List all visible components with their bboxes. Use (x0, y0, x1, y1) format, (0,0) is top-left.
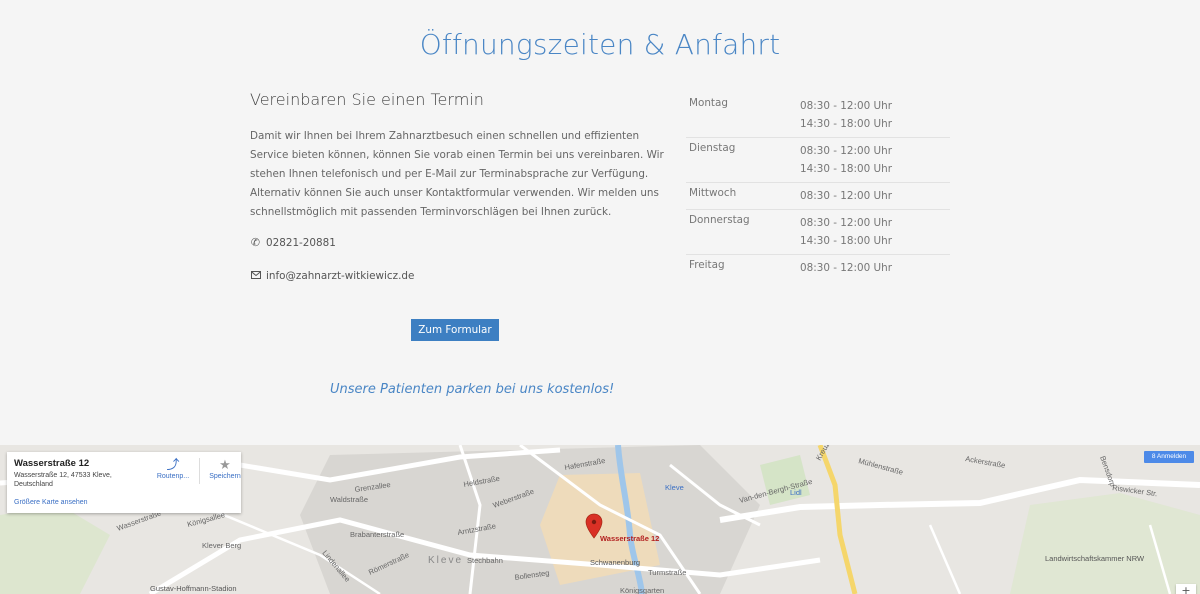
time-range: 08:30 - 12:00 Uhr (800, 187, 892, 205)
appointment-block: Vereinbaren Sie einen Termin Damit wir I… (250, 90, 670, 282)
envelope-icon (250, 269, 261, 282)
time-slot: 14:30 - 18:00 Uhr (800, 235, 893, 247)
time-slot: 08:30 - 12:00 Uhr (800, 262, 893, 274)
appointment-paragraph: Damit wir Ihnen bei Ihrem Zahnarztbesuch… (250, 130, 664, 218)
email-address[interactable]: info@zahnarzt-witkiewicz.de (266, 270, 414, 282)
section-title: Öffnungszeiten & Anfahrt (419, 28, 781, 61)
table-row: Montag 08:30 - 12:00 Uhr 14:30 - 18:00 U… (686, 93, 950, 138)
directions-button[interactable]: ⤴ Routenp... (153, 457, 193, 480)
table-row: Mittwoch 08:30 - 12:00 Uhr (686, 183, 950, 210)
phone-contact[interactable]: ✆ 02821-20881 (250, 236, 670, 249)
signin-button[interactable]: 8 Anmelden (1144, 451, 1194, 463)
map-label: Waldstraße (330, 495, 368, 504)
phone-icon: ✆ (250, 236, 261, 249)
save-label: Speichern (209, 473, 241, 480)
table-row: Donnerstag 08:30 - 12:00 Uhr 14:30 - 18:… (686, 210, 950, 255)
star-icon: ★ (219, 457, 231, 472)
day-label: Donnerstag (689, 214, 750, 226)
map-label: Landwirtschaftskammer NRW (1045, 554, 1145, 563)
place-title: Wasserstraße 12 (14, 458, 90, 469)
time-slot: 08:30 - 12:00 Uhr (800, 217, 893, 229)
signin-label: Anmelden (1156, 453, 1187, 460)
map-label: Stechbahn (467, 556, 503, 565)
map-label: Klever Berg (202, 541, 241, 550)
divider (199, 458, 200, 484)
map-label: Königsgarten (620, 586, 664, 594)
day-label: Freitag (689, 259, 725, 271)
contact-form-button[interactable]: Zum Formular (411, 319, 499, 341)
time-slot: 08:30 - 12:00 Uhr (800, 145, 893, 157)
phone-number[interactable]: 02821-20881 (266, 237, 336, 249)
table-row: Freitag 08:30 - 12:00 Uhr (686, 255, 950, 281)
day-label: Mittwoch (689, 187, 737, 199)
table-row: Dienstag 08:30 - 12:00 Uhr 14:30 - 18:00… (686, 138, 950, 183)
map-label: Turmstraße (648, 568, 686, 577)
map-label: Schwanenburg (590, 558, 640, 567)
opening-hours-section: Öffnungszeiten & Anfahrt Vereinbaren Sie… (0, 0, 1200, 445)
place-address: Wasserstraße 12, 47533 Kleve, Deutschlan… (14, 472, 112, 488)
larger-map-link[interactable]: Größere Karte ansehen (14, 499, 88, 506)
zoom-in-button[interactable]: + (1176, 584, 1196, 594)
map-label: Brabanterstraße (350, 530, 404, 539)
day-label: Dienstag (689, 142, 736, 154)
day-label: Montag (689, 97, 728, 109)
time-slot: 14:30 - 18:00 Uhr (800, 118, 893, 130)
directions-label: Routenp... (156, 473, 190, 480)
map-label: Kleve (428, 555, 463, 566)
opening-hours-table: Montag 08:30 - 12:00 Uhr 14:30 - 18:00 U… (686, 93, 950, 281)
appointment-subtitle: Vereinbaren Sie einen Termin (250, 90, 484, 109)
directions-icon: ⤴ (166, 457, 180, 472)
time-range: 08:30 - 12:00 Uhr (800, 259, 892, 277)
time-slot: 08:30 - 12:00 Uhr (800, 100, 893, 112)
time-slot: 08:30 - 12:00 Uhr (800, 190, 893, 202)
save-button[interactable]: ★ Speichern (205, 457, 245, 480)
time-slot: 14:30 - 18:00 Uhr (800, 163, 893, 175)
map-label: Gustav-Hoffmann-Stadion (150, 584, 237, 593)
time-range: 08:30 - 12:00 Uhr 14:30 - 18:00 Uhr (800, 142, 892, 178)
map-label: Kleve (665, 483, 684, 492)
parking-note: Unsere Patienten parken bei uns kostenlo… (330, 382, 615, 397)
map-info-card: Wasserstraße 12 Wasserstraße 12, 47533 K… (7, 452, 241, 513)
pin-label: Wasserstraße 12 (600, 534, 660, 543)
time-range: 08:30 - 12:00 Uhr 14:30 - 18:00 Uhr (800, 214, 892, 250)
time-range: 08:30 - 12:00 Uhr 14:30 - 18:00 Uhr (800, 97, 892, 133)
email-contact[interactable]: info@zahnarzt-witkiewicz.de (250, 269, 670, 282)
